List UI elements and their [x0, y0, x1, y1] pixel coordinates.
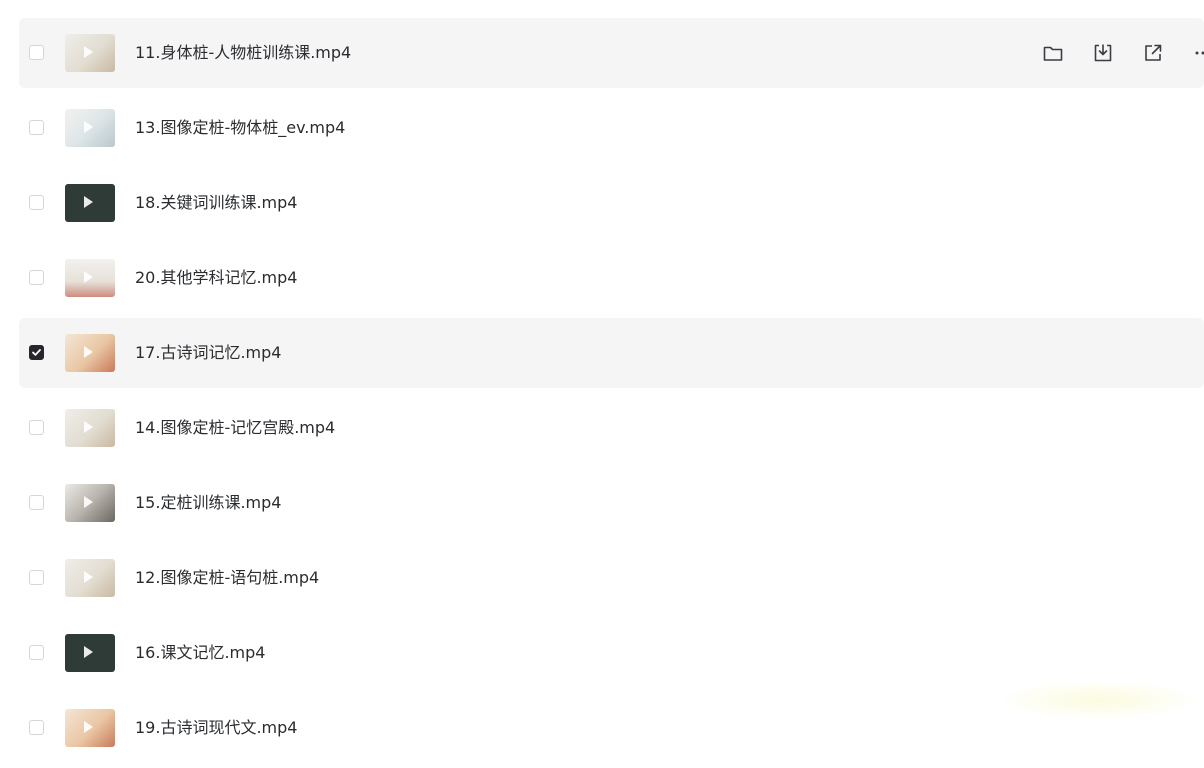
checkbox[interactable]: [29, 270, 44, 285]
checkbox-checked[interactable]: [29, 345, 44, 360]
video-thumbnail[interactable]: [65, 334, 115, 372]
file-name[interactable]: 13.图像定桩-物体桩_ev.mp4: [135, 93, 345, 163]
play-icon: [84, 121, 93, 133]
file-row[interactable]: 12.图像定桩-语句桩.mp4: [19, 543, 1204, 613]
play-icon: [84, 346, 93, 358]
file-row[interactable]: 14.图像定桩-记忆宫殿.mp4: [19, 393, 1204, 463]
folder-icon: [1041, 50, 1065, 69]
video-thumbnail[interactable]: [65, 259, 115, 297]
file-name[interactable]: 19.古诗词现代文.mp4: [135, 693, 297, 763]
checkbox[interactable]: [29, 720, 44, 735]
file-name[interactable]: 18.关键词训练课.mp4: [135, 168, 297, 238]
play-icon: [84, 196, 93, 208]
checkbox[interactable]: [29, 120, 44, 135]
play-icon: [84, 721, 93, 733]
play-icon: [84, 571, 93, 583]
play-icon: [84, 46, 93, 58]
checkbox[interactable]: [29, 45, 44, 60]
file-list: 11.身体桩-人物桩训练课.mp413.图像定桩-物体桩_ev.mp418.关键…: [19, 18, 1204, 768]
file-row[interactable]: 13.图像定桩-物体桩_ev.mp4: [19, 93, 1204, 163]
file-name[interactable]: 15.定桩训练课.mp4: [135, 468, 281, 538]
file-name[interactable]: 11.身体桩-人物桩训练课.mp4: [135, 18, 351, 88]
video-thumbnail[interactable]: [65, 709, 115, 747]
decorative-glow: [995, 680, 1204, 720]
checkbox[interactable]: [29, 645, 44, 660]
open-folder-button[interactable]: [1041, 41, 1065, 65]
more-button[interactable]: [1191, 41, 1204, 65]
video-thumbnail[interactable]: [65, 559, 115, 597]
play-icon: [84, 421, 93, 433]
more-icon: [1191, 50, 1204, 69]
play-icon: [84, 646, 93, 658]
share-icon: [1141, 50, 1165, 69]
checkbox[interactable]: [29, 570, 44, 585]
download-button[interactable]: [1091, 41, 1115, 65]
video-thumbnail[interactable]: [65, 109, 115, 147]
file-name[interactable]: 20.其他学科记忆.mp4: [135, 243, 297, 313]
video-thumbnail[interactable]: [65, 634, 115, 672]
play-icon: [84, 496, 93, 508]
download-icon: [1091, 50, 1115, 69]
video-thumbnail[interactable]: [65, 409, 115, 447]
file-row[interactable]: 16.课文记忆.mp4: [19, 618, 1204, 688]
file-row[interactable]: 15.定桩训练课.mp4: [19, 468, 1204, 538]
file-name[interactable]: 12.图像定桩-语句桩.mp4: [135, 543, 319, 613]
video-thumbnail[interactable]: [65, 484, 115, 522]
share-button[interactable]: [1141, 41, 1165, 65]
file-row[interactable]: 20.其他学科记忆.mp4: [19, 243, 1204, 313]
file-row[interactable]: 11.身体桩-人物桩训练课.mp4: [19, 18, 1204, 88]
file-row[interactable]: 17.古诗词记忆.mp4: [19, 318, 1204, 388]
checkbox[interactable]: [29, 195, 44, 210]
video-thumbnail[interactable]: [65, 34, 115, 72]
file-name[interactable]: 16.课文记忆.mp4: [135, 618, 265, 688]
checkbox[interactable]: [29, 420, 44, 435]
checkbox[interactable]: [29, 495, 44, 510]
file-name[interactable]: 17.古诗词记忆.mp4: [135, 318, 281, 388]
play-icon: [84, 271, 93, 283]
file-name[interactable]: 14.图像定桩-记忆宫殿.mp4: [135, 393, 335, 463]
checkmark-icon: [31, 347, 42, 358]
file-row[interactable]: 18.关键词训练课.mp4: [19, 168, 1204, 238]
video-thumbnail[interactable]: [65, 184, 115, 222]
